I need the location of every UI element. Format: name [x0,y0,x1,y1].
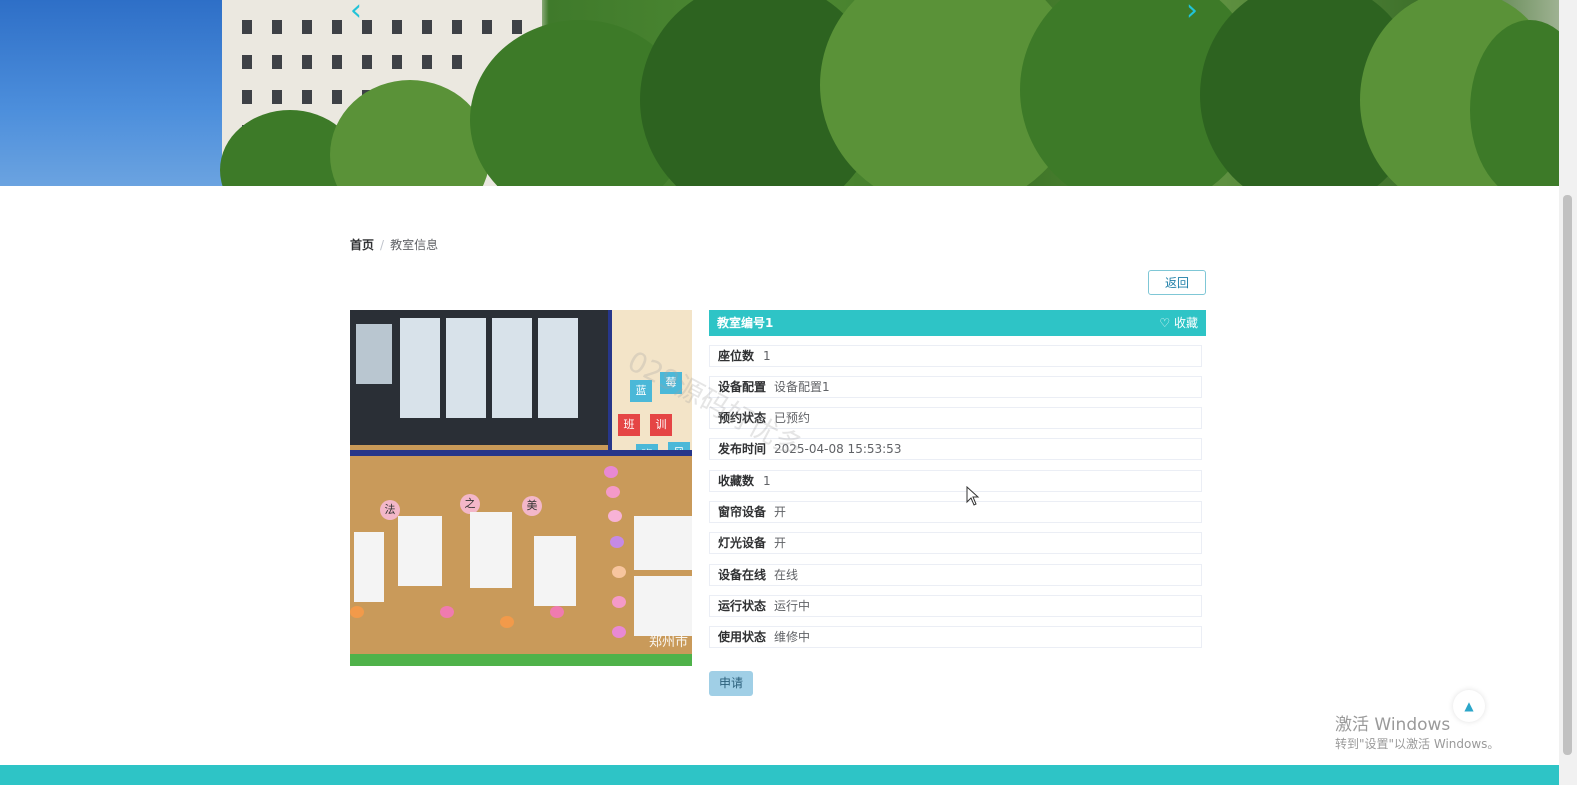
detail-label: 座位数 [718,349,755,363]
chevron-left-icon[interactable]: ‹ [350,0,362,26]
caret-up-icon: ▲ [1464,699,1474,713]
footer-bar [0,765,1559,785]
detail-row: 设备配置 设备配置1 [709,376,1202,398]
detail-value: 设备配置1 [774,380,830,394]
favorite-label: 收藏 [1173,316,1198,330]
detail-header: 教室编号1 ♡ 收藏 [709,310,1206,336]
detail-row: 收藏数 1 [709,470,1202,492]
detail-row: 座位数 1 [709,345,1202,367]
hero-sky [0,0,230,186]
detail-value: 开 [774,536,787,550]
breadcrumb-separator: / [380,238,385,252]
detail-row: 窗帘设备 开 [709,501,1202,523]
photo-watermark: 郑州市 [648,635,688,650]
page-scrollbar[interactable] [1559,0,1577,785]
back-button[interactable]: 返回 [1148,270,1206,295]
detail-value: 在线 [774,568,799,582]
chevron-right-icon[interactable]: › [1186,0,1198,26]
detail-label: 窗帘设备 [718,505,767,519]
activation-title: 激活 Windows [1335,715,1451,735]
detail-label: 使用状态 [718,630,767,644]
heart-outline-icon: ♡ [1159,316,1171,330]
breadcrumb-current: 教室信息 [390,238,439,252]
scrollbar-thumb[interactable] [1563,195,1572,755]
detail-row: 灯光设备 开 [709,532,1202,554]
detail-value: 维修中 [774,630,811,644]
detail-row: 运行状态 运行中 [709,595,1202,617]
classroom-title: 教室编号1 [717,316,774,330]
favorite-button[interactable]: ♡ 收藏 [1159,310,1198,336]
activation-subtitle: 转到"设置"以激活 Windows。 [1335,737,1500,751]
detail-label: 设备在线 [718,568,767,582]
detail-value: 运行中 [774,599,811,613]
detail-label: 运行状态 [718,599,767,613]
photo-window [350,310,608,445]
photo-corkboard: 法 之 美 郑州市 [350,450,692,666]
detail-value: 开 [774,505,787,519]
detail-value: 1 [763,474,771,488]
detail-value: 1 [763,349,771,363]
os-activation-notice: 激活 Windows 转到"设置"以激活 Windows。 [1335,714,1499,752]
detail-row: 使用状态 维修中 [709,626,1202,648]
breadcrumb: 首页 / 教室信息 [350,236,438,253]
detail-row: 设备在线 在线 [709,564,1202,586]
breadcrumb-home[interactable]: 首页 [350,238,374,252]
detail-label: 收藏数 [718,474,755,488]
apply-button[interactable]: 申请 [709,671,753,696]
detail-label: 灯光设备 [718,536,767,550]
hero-banner: ‹ › [0,0,1568,186]
